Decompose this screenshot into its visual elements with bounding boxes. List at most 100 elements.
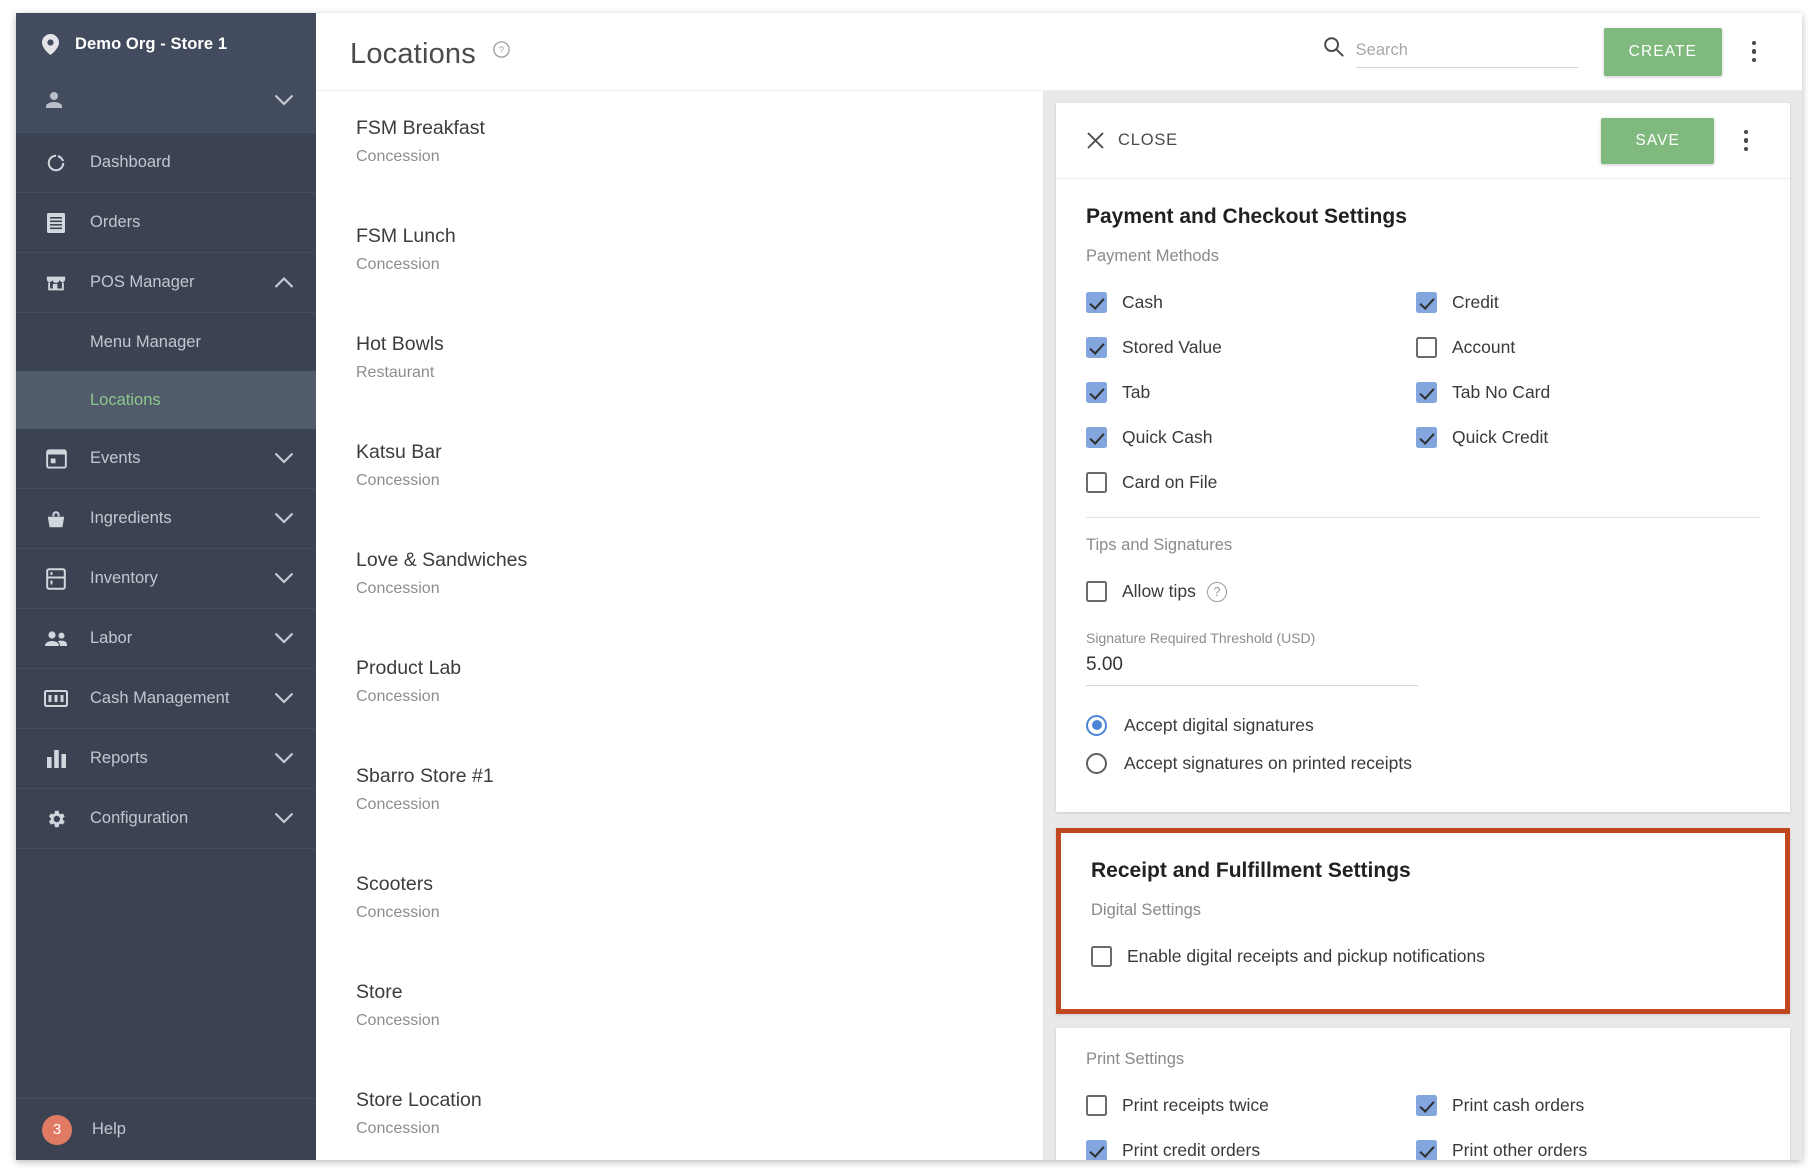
signature-threshold-input[interactable] [1086, 652, 1418, 686]
sidebar-item-locations[interactable]: Locations [16, 371, 316, 429]
list-item[interactable]: Store Concession [316, 955, 1043, 1063]
checkbox-quick-cash[interactable]: Quick Cash [1086, 415, 1416, 460]
checkbox-print-other-orders[interactable]: Print other orders [1416, 1128, 1760, 1160]
list-item[interactable]: FSM Breakfast Concession [316, 91, 1043, 199]
checkbox-cash[interactable]: Cash [1086, 280, 1416, 325]
checkbox-tab[interactable]: Tab [1086, 370, 1416, 415]
checkbox-icon[interactable] [1416, 1095, 1437, 1116]
question-circle-icon[interactable]: ? [1206, 581, 1227, 602]
radio-icon[interactable] [1086, 714, 1107, 736]
sidebar-item-configuration[interactable]: Configuration [16, 789, 316, 849]
location-name: FSM Lunch [356, 225, 456, 247]
sidebar-item-labor[interactable]: Labor [16, 609, 316, 669]
checkbox-icon[interactable] [1086, 337, 1107, 358]
checkbox-icon[interactable] [1086, 1095, 1107, 1116]
checkbox-stored-value[interactable]: Stored Value [1086, 325, 1416, 370]
sidebar-item-ingredients[interactable]: Ingredients [16, 489, 316, 549]
checkbox-icon[interactable] [1086, 382, 1107, 403]
checkbox-icon[interactable] [1091, 946, 1112, 967]
calendar-icon [44, 447, 68, 471]
signature-threshold-field[interactable]: Signature Required Threshold (USD) [1086, 630, 1418, 686]
sidebar-subitem-label: Menu Manager [90, 332, 201, 351]
sidebar-item-help[interactable]: 3 Help [16, 1098, 316, 1160]
sidebar-item-dashboard[interactable]: Dashboard [16, 133, 316, 193]
checkbox-card-on-file[interactable]: Card on File [1086, 460, 1416, 505]
question-circle-icon[interactable]: ? [493, 33, 510, 66]
sidebar-item-inventory[interactable]: Inventory [16, 549, 316, 609]
sidebar-item-cash-management[interactable]: Cash Management [16, 669, 316, 729]
checkbox-icon[interactable] [1086, 1140, 1107, 1160]
list-item[interactable]: Store Location Concession [316, 1063, 1043, 1160]
checkbox-icon[interactable] [1416, 292, 1437, 313]
checkbox-quick-credit[interactable]: Quick Credit [1416, 415, 1760, 460]
sidebar-item-pos-manager[interactable]: POS Manager [16, 253, 316, 313]
detail-card-header: CLOSE SAVE [1056, 103, 1790, 179]
list-item[interactable]: Sbarro Store #1 Concession [316, 739, 1043, 847]
checkbox-label: Quick Cash [1122, 427, 1213, 447]
search-input[interactable] [1355, 38, 1578, 68]
content-area: FSM Breakfast Concession FSM Lunch Conce… [316, 91, 1802, 1160]
checkbox-label: Print other orders [1452, 1140, 1588, 1160]
location-type: Concession [356, 580, 440, 597]
radio-accept-printed-signatures[interactable]: Accept signatures on printed receipts [1086, 744, 1760, 782]
list-item[interactable]: Hot Bowls Restaurant [316, 307, 1043, 415]
location-type: Concession [356, 1120, 440, 1137]
checkbox-allow-tips[interactable]: Allow tips ? [1086, 569, 1760, 614]
checkbox-print-credit-orders[interactable]: Print credit orders [1086, 1128, 1416, 1160]
sidebar-item-menu-manager[interactable]: Menu Manager [16, 313, 316, 371]
print-settings-card: Print Settings Print receipts twice Prin… [1056, 1028, 1790, 1160]
save-button[interactable]: SAVE [1601, 117, 1714, 164]
location-type: Concession [356, 688, 440, 705]
sidebar-header: Demo Org - Store 1 [16, 13, 316, 133]
location-name: Product Lab [356, 657, 462, 679]
checkbox-icon[interactable] [1086, 427, 1107, 448]
checkbox-icon[interactable] [1416, 1140, 1437, 1160]
chevron-down-icon [274, 512, 294, 525]
sidebar-item-orders[interactable]: Orders [16, 193, 316, 253]
org-selector[interactable]: Demo Org - Store 1 [16, 15, 316, 73]
list-item[interactable]: Katsu Bar Concession [316, 415, 1043, 523]
kebab-menu-icon[interactable] [1724, 119, 1768, 163]
close-button[interactable]: CLOSE [1086, 131, 1178, 150]
map-pin-icon [42, 33, 59, 55]
checkbox-icon[interactable] [1416, 337, 1437, 358]
checkbox-icon[interactable] [1086, 292, 1107, 313]
payment-settings-heading: Payment and Checkout Settings [1086, 205, 1407, 228]
payment-methods-grid: Cash Credit Stored Value Account Tab Tab… [1086, 280, 1760, 505]
list-item[interactable]: FSM Lunch Concession [316, 199, 1043, 307]
checkbox-print-receipts-twice[interactable]: Print receipts twice [1086, 1083, 1416, 1128]
sidebar-item-events[interactable]: Events [16, 429, 316, 489]
sidebar-item-label: Dashboard [90, 153, 171, 171]
digital-settings-heading: Digital Settings [1091, 901, 1202, 919]
search-box[interactable] [1323, 36, 1578, 68]
checkbox-icon[interactable] [1416, 382, 1437, 403]
radio-icon[interactable] [1086, 752, 1107, 774]
radio-label: Accept signatures on printed receipts [1124, 752, 1412, 773]
list-item[interactable]: Product Lab Concession [316, 631, 1043, 739]
create-button[interactable]: CREATE [1603, 27, 1722, 76]
field-label: Signature Required Threshold (USD) [1086, 630, 1316, 646]
checkbox-credit[interactable]: Credit [1416, 280, 1760, 325]
location-type: Concession [356, 472, 440, 489]
location-type: Concession [356, 148, 440, 165]
locations-list[interactable]: FSM Breakfast Concession FSM Lunch Conce… [316, 91, 1044, 1160]
radio-accept-digital-signatures[interactable]: Accept digital signatures [1086, 706, 1760, 744]
checkbox-enable-digital-receipts[interactable]: Enable digital receipts and pickup notif… [1091, 934, 1755, 979]
checkbox-icon[interactable] [1086, 581, 1107, 602]
chevron-down-icon [274, 572, 294, 585]
user-menu[interactable] [16, 73, 316, 133]
sidebar-item-reports[interactable]: Reports [16, 729, 316, 789]
location-name: Katsu Bar [356, 441, 442, 463]
checkbox-print-cash-orders[interactable]: Print cash orders [1416, 1083, 1760, 1128]
list-item[interactable]: Love & Sandwiches Concession [316, 523, 1043, 631]
toolbar-actions: CREATE [1323, 27, 1776, 76]
checkbox-tab-no-card[interactable]: Tab No Card [1416, 370, 1760, 415]
checkbox-account[interactable]: Account [1416, 325, 1760, 370]
list-item[interactable]: Scooters Concession [316, 847, 1043, 955]
checkbox-icon[interactable] [1086, 472, 1107, 493]
location-type: Concession [356, 1012, 440, 1029]
kebab-menu-icon[interactable] [1732, 30, 1776, 74]
checkbox-label: Credit [1452, 292, 1499, 312]
gear-icon [44, 807, 68, 831]
checkbox-icon[interactable] [1416, 427, 1437, 448]
